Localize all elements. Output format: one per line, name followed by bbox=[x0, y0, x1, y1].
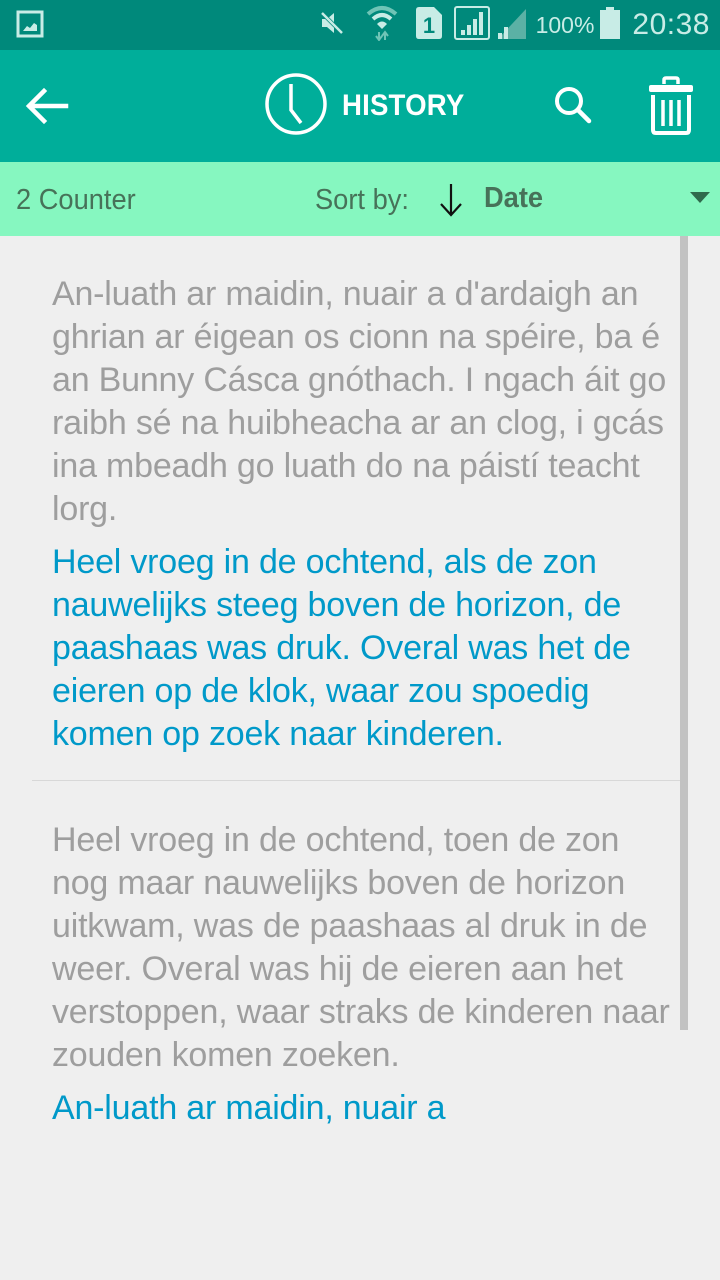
clock-icon bbox=[264, 72, 328, 141]
arrow-down-icon bbox=[436, 184, 466, 224]
back-arrow-icon bbox=[22, 87, 70, 134]
search-button[interactable] bbox=[550, 82, 598, 130]
gallery-notification-icon bbox=[16, 10, 44, 43]
signal-sim1-icon bbox=[453, 5, 490, 45]
translation-text: An-luath ar maidin, nuair a bbox=[52, 1089, 446, 1127]
signal-sim2-icon bbox=[496, 6, 528, 45]
translation-text: Heel vroeg in de ochtend, als de zon nau… bbox=[52, 543, 631, 753]
wifi-icon bbox=[366, 5, 398, 46]
sort-bar: 2 Counter Sort by: Date bbox=[0, 162, 720, 236]
source-text: Heel vroeg in de ochtend, toen de zon no… bbox=[52, 819, 680, 1077]
battery-percent: 100% bbox=[535, 11, 595, 38]
title-text: HISTORY bbox=[342, 89, 465, 122]
status-bar: 1 100% 20:38 bbox=[0, 0, 720, 50]
source-text-content: Heel vroeg in de ochtend, toen de zon no… bbox=[52, 821, 670, 1074]
page-title: HISTORY bbox=[264, 72, 475, 141]
svg-text:1: 1 bbox=[422, 13, 434, 38]
history-item[interactable]: An-luath ar maidin, nuair a d'ardaigh an… bbox=[0, 236, 720, 780]
history-list[interactable]: An-luath ar maidin, nuair a d'ardaigh an… bbox=[0, 236, 720, 1248]
app-bar: HISTORY bbox=[0, 50, 720, 162]
trash-icon bbox=[646, 76, 696, 140]
scrollbar[interactable] bbox=[680, 236, 688, 1030]
sim-1-icon: 1 bbox=[415, 6, 442, 44]
mute-icon bbox=[318, 9, 346, 42]
sort-direction-toggle[interactable] bbox=[436, 180, 466, 220]
history-item[interactable]: Heel vroeg in de ochtend, toen de zon no… bbox=[0, 781, 720, 1130]
sort-label: Sort by: bbox=[315, 184, 409, 216]
clock-time: 20:38 bbox=[632, 8, 710, 41]
history-counter: 2 Counter bbox=[16, 184, 136, 216]
delete-all-button[interactable] bbox=[646, 76, 696, 136]
source-text: An-luath ar maidin, nuair a d'ardaigh an… bbox=[52, 275, 667, 528]
back-button[interactable] bbox=[22, 82, 74, 130]
search-icon bbox=[550, 87, 598, 134]
dropdown-triangle-icon[interactable] bbox=[690, 192, 710, 203]
sort-select[interactable]: Date bbox=[484, 182, 543, 215]
battery-full-icon bbox=[600, 6, 621, 44]
